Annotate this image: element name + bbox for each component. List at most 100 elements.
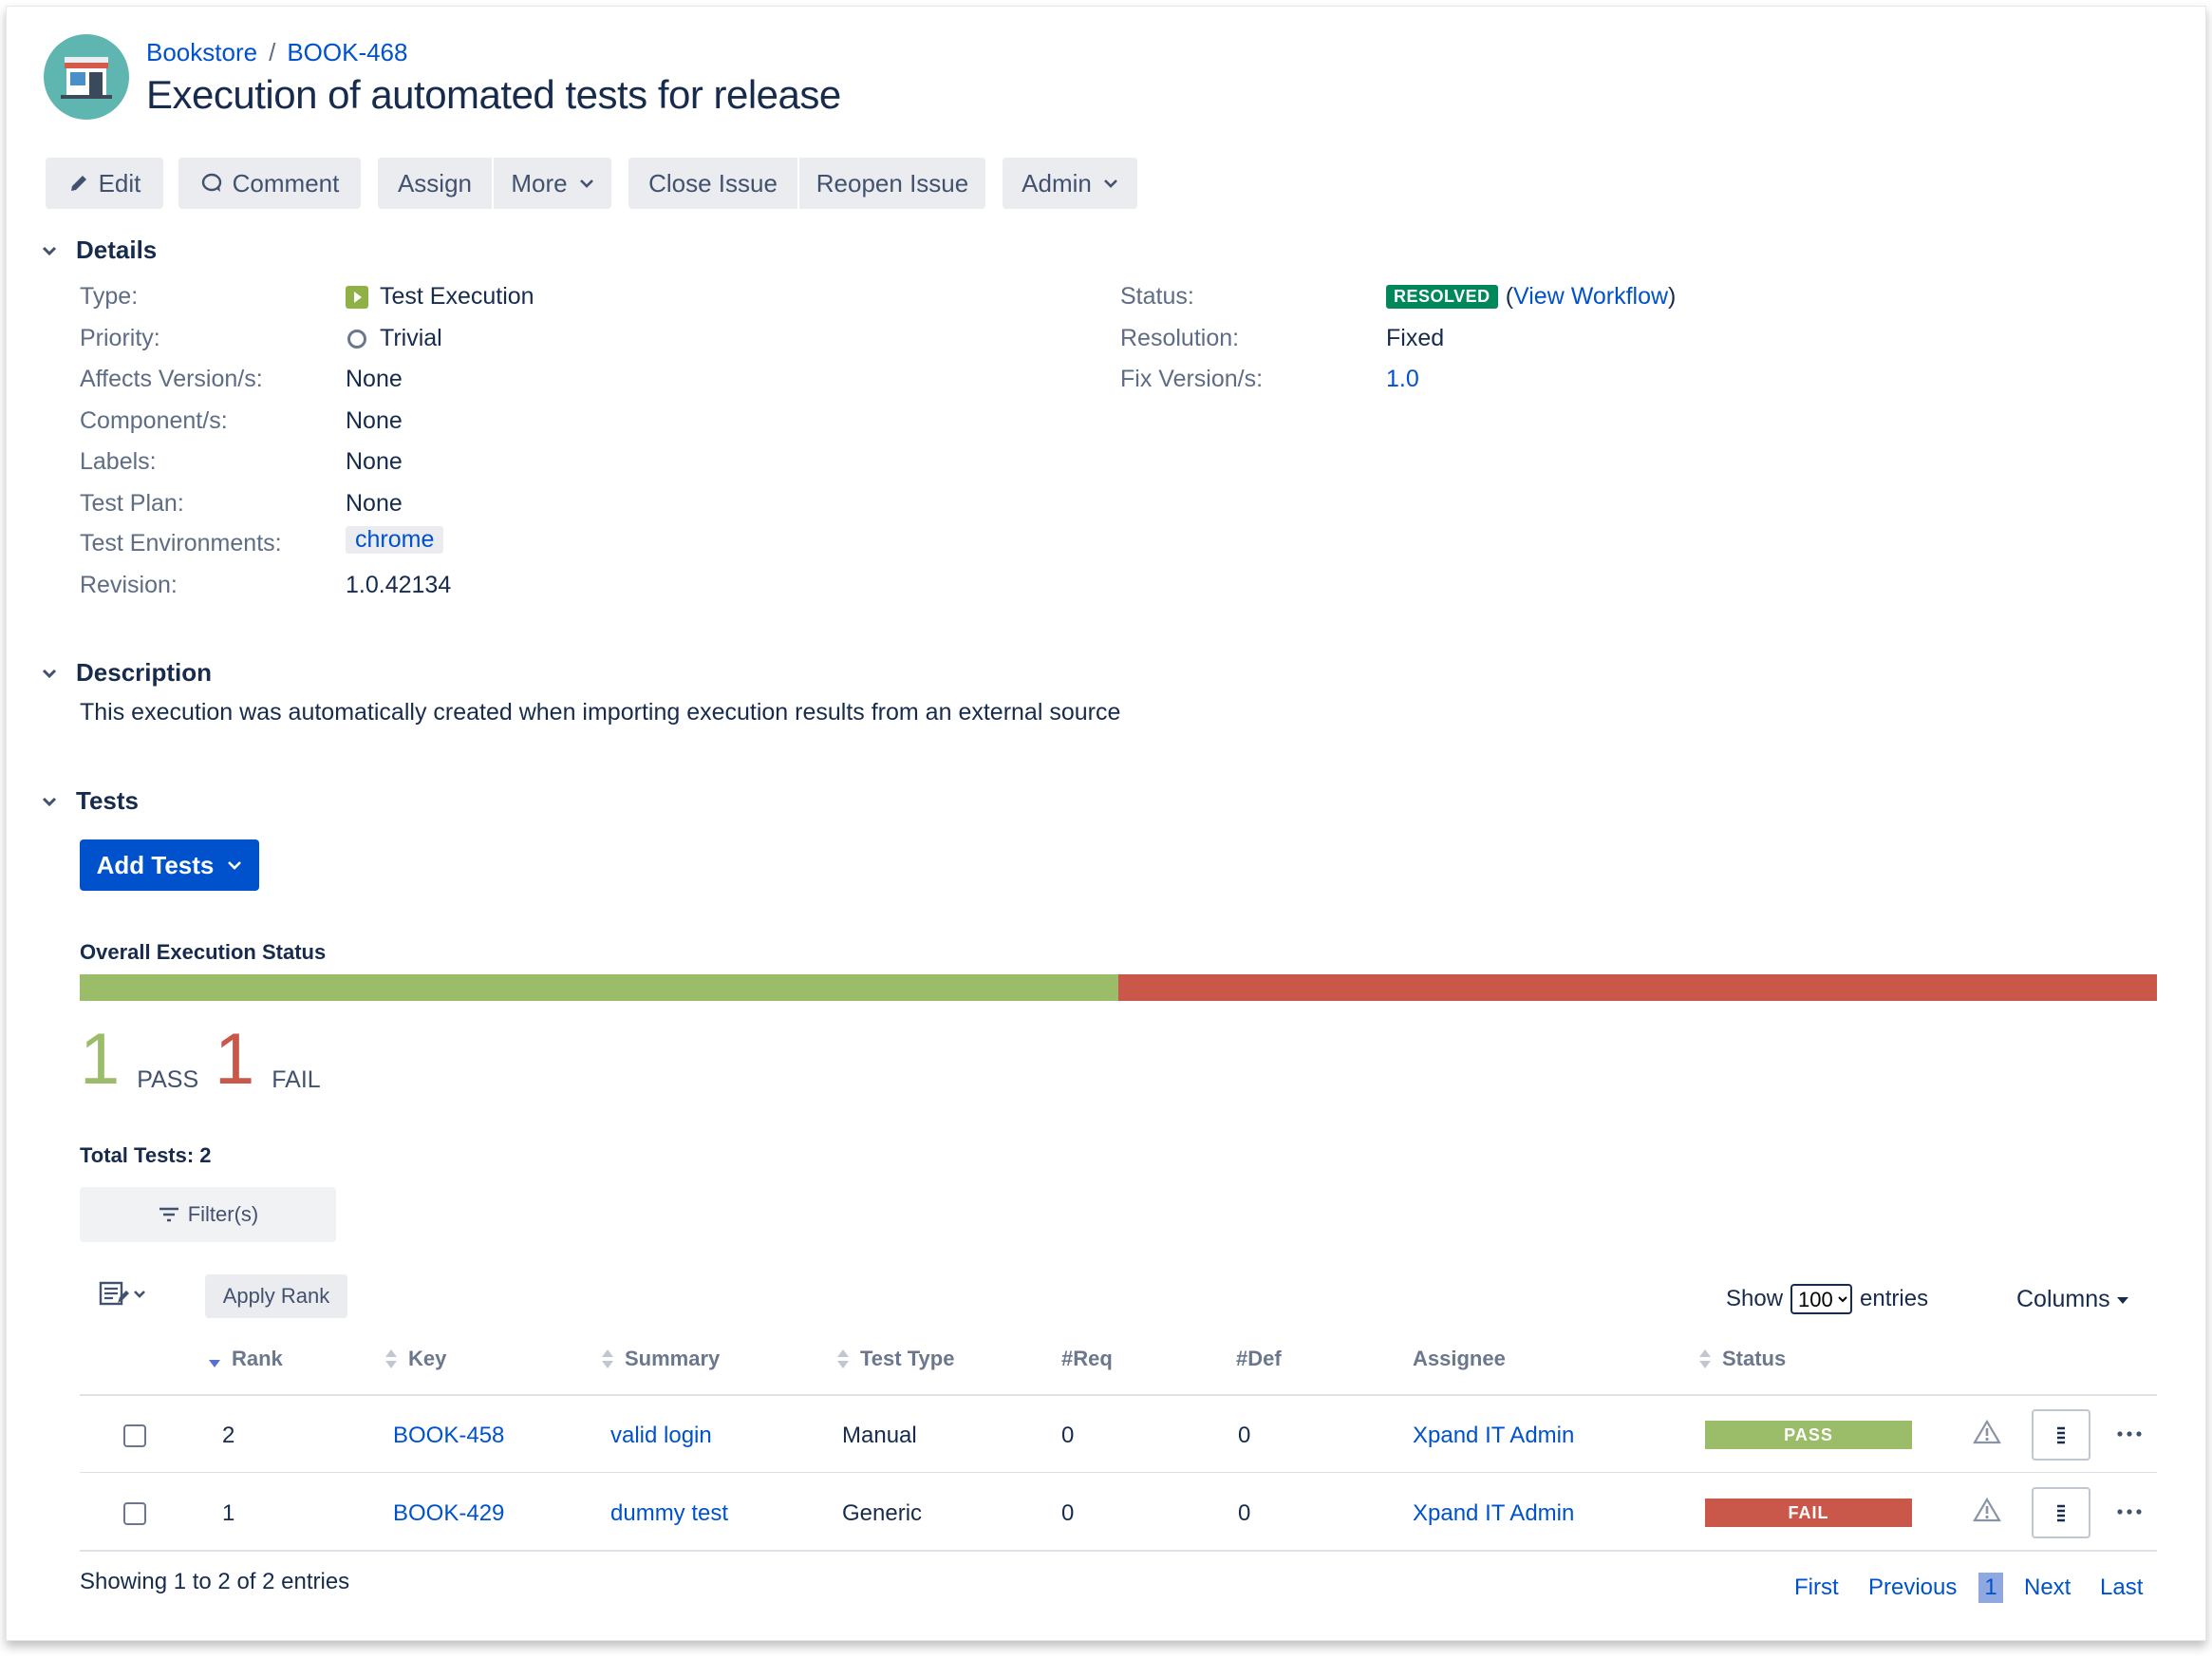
sort-icon [1697,1348,1713,1370]
column-header-summary[interactable]: Summary [600,1347,720,1371]
assign-button[interactable]: Assign [378,158,492,209]
test-plan-value: None [346,490,403,517]
column-header-status[interactable]: Status [1697,1347,1786,1371]
status-header-label: Status [1722,1347,1787,1370]
comment-label: Comment [232,168,340,198]
breadcrumb-issue-link[interactable]: BOOK-468 [287,38,407,66]
tests-heading: Tests [76,786,139,815]
add-tests-button[interactable]: Add Tests [80,839,259,891]
status-label: Status: [1120,283,1194,310]
fix-version-link[interactable]: 1.0 [1386,366,1419,393]
overall-status-label: Overall Execution Status [80,940,327,964]
view-workflow-link[interactable]: View Workflow [1513,283,1668,311]
row-assignee-link[interactable]: Xpand IT Admin [1413,1500,1574,1527]
description-toggle[interactable]: Description [42,658,212,688]
labels-label: Labels: [80,448,157,475]
workflow-open-paren: ( [1505,283,1514,310]
more-label: More [511,168,568,198]
apply-rank-button[interactable]: Apply Rank [205,1274,347,1318]
row-def-count: 0 [1238,1500,1251,1526]
row-assignee-link[interactable]: Xpand IT Admin [1413,1423,1574,1449]
pager-current-page[interactable]: 1 [1978,1573,2003,1603]
more-actions-icon[interactable] [2115,1504,2144,1521]
resolution-value: Fixed [1386,325,1445,351]
sort-icon [600,1348,615,1370]
details-list-icon [2054,1502,2068,1523]
fail-label: FAIL [272,1066,321,1093]
showing-entries-text: Showing 1 to 2 of 2 entries [80,1569,350,1594]
execution-details-button[interactable] [2032,1409,2090,1461]
bulk-actions-menu[interactable] [99,1280,146,1309]
column-header-def[interactable]: #Def [1236,1347,1282,1371]
details-toggle[interactable]: Details [42,236,158,265]
execution-progress-bar[interactable] [80,974,2157,1001]
row-summary-link[interactable]: valid login [610,1423,712,1449]
more-button[interactable]: More [494,158,611,209]
row-status-fail[interactable]: FAIL [1705,1499,1912,1527]
fix-version-value: 1.0 [1386,366,1419,393]
pager-last[interactable]: Last [2100,1574,2143,1601]
row-test-type: Generic [842,1500,923,1526]
row-key-link[interactable]: BOOK-458 [393,1423,504,1449]
sort-icon [835,1348,851,1370]
warning-icon[interactable] [1973,1419,2001,1450]
close-issue-button[interactable]: Close Issue [628,158,797,209]
row-checkbox[interactable] [123,1424,146,1447]
show-entries: Show 100 entries [1726,1284,1928,1314]
pass-count: 1 [80,1019,121,1100]
affects-version-value: None [346,366,403,392]
sort-desc-icon [207,1348,222,1369]
type-value: Test Execution [346,283,534,311]
pager-next[interactable]: Next [2024,1574,2071,1601]
column-header-key[interactable]: Key [384,1347,446,1371]
test-plan-label: Test Plan: [80,490,184,517]
column-header-req[interactable]: #Req [1061,1347,1113,1371]
entries-label: entries [1860,1286,1929,1311]
fix-version-label: Fix Version/s: [1120,366,1264,392]
breadcrumb-project-link[interactable]: Bookstore [146,38,257,66]
environment-tag-chrome[interactable]: chrome [346,526,444,554]
comment-button[interactable]: Comment [178,158,361,209]
tests-toggle[interactable]: Tests [42,786,139,816]
warning-icon[interactable] [1973,1497,2001,1528]
row-test-type: Manual [842,1423,917,1448]
sort-icon [384,1348,399,1370]
row-key-link[interactable]: BOOK-429 [393,1500,504,1527]
column-header-test-type[interactable]: Test Type [835,1347,954,1371]
chevron-down-icon [40,795,65,808]
column-header-assignee[interactable]: Assignee [1413,1347,1506,1371]
affects-version-label: Affects Version/s: [80,366,263,392]
execution-details-button[interactable] [2032,1487,2090,1538]
chevron-down-icon [40,244,65,257]
priority-value: Trivial [346,325,442,352]
breadcrumb: Bookstore / BOOK-468 [146,38,407,67]
project-avatar[interactable] [44,34,129,120]
status-value: RESOLVED (View Workflow) [1386,283,1676,311]
columns-button[interactable]: Columns [2016,1286,2129,1313]
row-summary-link[interactable]: dummy test [610,1500,728,1527]
edit-button[interactable]: Edit [46,158,163,209]
rank-header-label: Rank [232,1347,283,1370]
list-edit-icon [99,1280,129,1309]
row-checkbox[interactable] [123,1502,146,1525]
filter-icon [158,1205,180,1224]
column-header-rank[interactable]: Rank [207,1347,283,1371]
row-status-pass[interactable]: PASS [1705,1421,1912,1449]
trivial-priority-icon [346,328,368,350]
pager-previous[interactable]: Previous [1868,1574,1957,1601]
comment-icon [200,172,223,195]
more-actions-icon[interactable] [2115,1426,2144,1443]
reopen-issue-button[interactable]: Reopen Issue [799,158,985,209]
filters-button[interactable]: Filter(s) [80,1187,336,1242]
row-req-count: 0 [1061,1500,1075,1526]
priority-text: Trivial [380,325,442,351]
details-heading: Details [76,236,158,264]
table-bottom-divider [80,1550,2157,1552]
priority-label: Priority: [80,325,160,351]
entries-per-page-select[interactable]: 100 [1790,1284,1853,1314]
pager-first[interactable]: First [1794,1574,1839,1601]
page-title: Execution of automated tests for release [146,72,841,117]
test-type-header-label: Test Type [860,1347,955,1370]
admin-button[interactable]: Admin [1003,158,1137,209]
row-def-count: 0 [1238,1423,1251,1448]
